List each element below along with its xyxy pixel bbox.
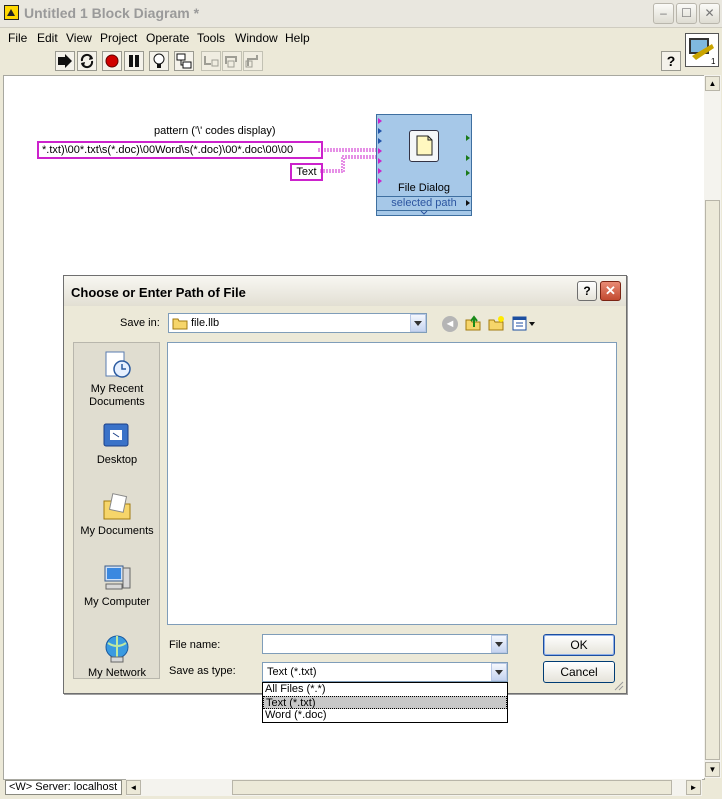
step-out-icon[interactable] xyxy=(243,51,263,71)
menu-project[interactable]: Project xyxy=(100,31,137,45)
menu-file[interactable]: File xyxy=(8,31,27,45)
place-label: Desktop xyxy=(96,454,138,466)
back-icon[interactable]: ◄ xyxy=(442,316,458,332)
close-button[interactable]: ✕ xyxy=(699,3,720,24)
menu-bar: File Edit View Project Operate Tools Win… xyxy=(0,28,680,48)
folder-icon xyxy=(172,318,188,330)
string-wires xyxy=(318,148,376,173)
pattern-label: pattern ('\' codes display) xyxy=(154,125,276,137)
pattern-string-value: *.txt)\00*.txt\s(*.doc)\00Word\s(*.doc)\… xyxy=(42,144,294,156)
toolbar: ? xyxy=(0,49,681,75)
menu-operate[interactable]: Operate xyxy=(146,31,189,45)
type-option[interactable]: All Files (*.*) xyxy=(263,683,507,696)
file-dialog-node[interactable]: File Dialog selected path xyxy=(376,114,472,216)
up-folder-icon[interactable] xyxy=(465,315,482,332)
scroll-left-icon[interactable]: ◄ xyxy=(126,780,141,795)
place-desktop[interactable]: Desktop xyxy=(74,420,160,467)
places-bar: My Recent Documents Desktop My Documents… xyxy=(73,342,160,679)
place-label: My Network xyxy=(87,667,147,679)
save-in-value: file.llb xyxy=(191,317,220,329)
chevron-down-icon[interactable] xyxy=(491,635,507,653)
scroll-right-icon[interactable]: ► xyxy=(686,780,701,795)
new-folder-icon[interactable] xyxy=(488,315,505,332)
app-icon xyxy=(4,5,19,20)
menu-view[interactable]: View xyxy=(66,31,92,45)
minimize-button[interactable]: – xyxy=(653,3,674,24)
file-list[interactable] xyxy=(167,342,617,625)
place-label: My Computer xyxy=(83,596,151,608)
type-option-selected[interactable]: Text (*.txt) xyxy=(263,696,507,709)
status-server: <W> Server: localhost xyxy=(5,780,122,795)
place-my-recent-documents[interactable]: My Recent Documents xyxy=(74,349,160,409)
save-as-type-value: Text (*.txt) xyxy=(267,666,317,678)
menu-help[interactable]: Help xyxy=(285,31,310,45)
dialog-titlebar: Choose or Enter Path of File ? ✕ xyxy=(64,276,626,306)
context-help-icon[interactable]: ? xyxy=(661,51,681,71)
type-dropdown-list: All Files (*.*) Text (*.txt) Word (*.doc… xyxy=(262,682,508,723)
chevron-down-icon[interactable] xyxy=(410,314,426,332)
scroll-up-icon[interactable]: ▲ xyxy=(705,76,720,91)
my-documents-icon xyxy=(103,493,131,520)
place-label: My Documents xyxy=(80,525,154,537)
my-computer-icon xyxy=(104,565,131,590)
save-as-type-combo[interactable]: Text (*.txt) xyxy=(262,662,508,682)
window-title: Untitled 1 Block Diagram * xyxy=(24,5,200,21)
cancel-button[interactable]: Cancel xyxy=(543,661,615,683)
run-arrow-icon[interactable] xyxy=(55,51,75,71)
my-network-icon xyxy=(105,635,129,663)
vi-icon[interactable]: 1 xyxy=(685,33,719,67)
recent-documents-icon xyxy=(105,351,131,378)
run-continuously-icon[interactable] xyxy=(77,51,97,71)
vertical-scrollbar[interactable]: ▲ ▼ xyxy=(704,75,721,778)
type-option[interactable]: Word (*.doc) xyxy=(263,709,507,722)
place-label: My Recent Documents xyxy=(89,383,145,408)
menu-tools[interactable]: Tools xyxy=(197,31,225,45)
pause-icon[interactable] xyxy=(124,51,144,71)
file-name-combo[interactable] xyxy=(262,634,508,654)
save-in-combo[interactable]: file.llb xyxy=(168,313,427,333)
node-terminals xyxy=(378,118,470,215)
text-constant-value: Text xyxy=(296,166,317,178)
server-text: <W> Server: localhost xyxy=(9,781,118,793)
view-menu-icon[interactable] xyxy=(512,316,536,332)
maximize-button[interactable]: ☐ xyxy=(676,3,697,24)
dialog-title: Choose or Enter Path of File xyxy=(71,285,246,300)
step-into-icon[interactable] xyxy=(201,51,221,71)
dialog-help-button[interactable]: ? xyxy=(577,281,597,301)
chevron-down-icon[interactable] xyxy=(491,663,507,681)
place-my-computer[interactable]: My Computer xyxy=(74,562,160,609)
file-name-label: File name: xyxy=(169,639,221,651)
scroll-thumb[interactable] xyxy=(705,200,720,760)
dialog-close-button[interactable]: ✕ xyxy=(600,281,621,301)
place-my-documents[interactable]: My Documents xyxy=(74,491,160,538)
ok-button[interactable]: OK xyxy=(543,634,615,656)
window-titlebar: Untitled 1 Block Diagram * – ☐ ✕ xyxy=(0,0,722,28)
horizontal-scrollbar[interactable]: ◄ ► xyxy=(126,779,702,796)
retain-wire-values-icon[interactable] xyxy=(174,51,194,71)
file-dialog-window: Choose or Enter Path of File ? ✕ Save in… xyxy=(63,275,627,694)
menu-edit[interactable]: Edit xyxy=(37,31,58,45)
file-name-input[interactable] xyxy=(263,635,507,653)
save-as-type-label: Save as type: xyxy=(169,665,236,677)
pattern-string-constant[interactable]: *.txt)\00*.txt\s(*.doc)\00Word\s(*.doc)\… xyxy=(37,141,323,159)
menu-window[interactable]: Window xyxy=(235,31,278,45)
abort-icon[interactable] xyxy=(102,51,122,71)
place-my-network[interactable]: My Network xyxy=(74,633,160,680)
svg-text:1: 1 xyxy=(711,57,716,66)
resize-grip-icon[interactable] xyxy=(612,679,624,691)
scroll-down-icon[interactable]: ▼ xyxy=(705,762,720,777)
highlight-execution-icon[interactable] xyxy=(149,51,169,71)
step-over-icon[interactable] xyxy=(222,51,242,71)
save-in-label: Save in: xyxy=(120,317,160,329)
scroll-thumb[interactable] xyxy=(232,780,672,795)
desktop-icon xyxy=(103,423,129,447)
